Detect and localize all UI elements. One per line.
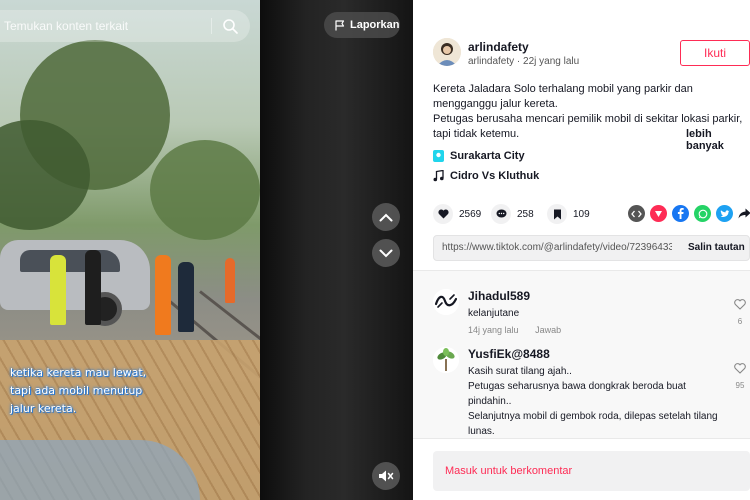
comment-like-button[interactable]: 95: [733, 361, 747, 390]
comment-time: 14j yang lalu: [468, 325, 519, 335]
pinterest-icon[interactable]: [650, 205, 667, 222]
video-caption-overlay: ketika kereta mau lewat, tapi ada mobil …: [10, 364, 160, 418]
description-line: Kereta Jaladara Solo terhalang mobil yan…: [433, 83, 693, 110]
comment-like-button[interactable]: 6: [733, 297, 747, 326]
heart-outline-icon: [734, 299, 746, 310]
comment-list[interactable]: Jihadul589 kelanjutane 14j yang lalu Jaw…: [413, 270, 750, 438]
reply-button[interactable]: Jawab: [535, 325, 561, 335]
commenter-name[interactable]: YusfiEk@8488: [468, 347, 550, 361]
user-avatar-icon: [433, 38, 461, 66]
comment-line: kelanjutane: [468, 308, 520, 319]
commenter-avatar[interactable]: [433, 289, 459, 315]
chevron-up-icon: [379, 213, 393, 221]
caption-line: jalur kereta.: [10, 402, 77, 415]
tree: [150, 140, 260, 240]
location-label: Surakarta City: [450, 150, 525, 162]
like-count: 2569: [459, 208, 482, 220]
officer-figure: [50, 255, 66, 325]
comment-like-count: 6: [737, 317, 743, 326]
search-icon[interactable]: [222, 18, 238, 34]
like-button[interactable]: 2569: [433, 204, 481, 224]
facebook-icon[interactable]: [672, 205, 689, 222]
comment-like-count: 95: [735, 381, 745, 390]
follow-button[interactable]: Ikuti: [680, 40, 750, 66]
share-arrow-icon[interactable]: [736, 205, 750, 222]
comment-line: Kasih surat tilang ajah..: [468, 366, 572, 377]
report-button[interactable]: Laporkan: [324, 12, 400, 38]
officer-figure: [155, 255, 171, 335]
comment-line: Selanjutnya mobil di gembok roda, dilepa…: [468, 411, 718, 437]
chevron-down-icon: [379, 249, 393, 257]
bookmark-icon: [547, 204, 567, 224]
copy-link-button[interactable]: Salin tautan: [688, 242, 745, 253]
user-avatar-icon: [433, 347, 459, 373]
comment-button[interactable]: 258: [491, 204, 534, 224]
author-name[interactable]: arlindafety: [468, 40, 529, 54]
avatar[interactable]: [433, 38, 461, 66]
comment-icon: [491, 204, 511, 224]
car-window: [20, 250, 120, 272]
comment-item: Jihadul589 kelanjutane 14j yang lalu Jaw…: [433, 289, 750, 349]
person-figure: [85, 250, 101, 325]
comment-count: 258: [517, 208, 534, 220]
search-divider: [211, 18, 212, 34]
comment-line: Petugas seharusnya bawa dongkrak beroda …: [468, 381, 686, 407]
flag-icon: [335, 19, 345, 30]
commenter-avatar[interactable]: [433, 347, 459, 373]
video-frame[interactable]: [0, 0, 296, 500]
search-bar[interactable]: Temukan konten terkait: [0, 10, 250, 42]
commenter-name[interactable]: Jihadul589: [468, 289, 530, 303]
more-button[interactable]: lebih banyak: [686, 128, 750, 152]
author-meta: arlindafety · 22j yang lalu: [468, 56, 580, 67]
location-pin-icon: [433, 150, 444, 162]
comment-text: Kasih surat tilang ajah.. Petugas seharu…: [468, 364, 723, 438]
location-tag[interactable]: Surakarta City: [433, 150, 525, 162]
video-details-panel: arlindafety arlindafety · 22j yang lalu …: [413, 0, 750, 500]
comment-input-area: Masuk untuk berkomentar: [413, 438, 750, 500]
mute-button[interactable]: [372, 462, 400, 490]
twitter-icon[interactable]: [716, 205, 733, 222]
comment-text: kelanjutane: [468, 306, 723, 321]
pavement-tiles: [0, 440, 200, 500]
caption-line: tapi ada mobil menutup: [10, 384, 143, 397]
video-link-url[interactable]: https://www.tiktok.com/@arlindafety/vide…: [442, 242, 672, 253]
comment-meta: 14j yang lalu Jawab: [468, 325, 575, 335]
person-figure: [225, 258, 235, 303]
music-label: Cidro Vs Kluthuk: [450, 170, 540, 182]
comment-item: YusfiEk@8488 Kasih surat tilang ajah.. P…: [433, 347, 750, 437]
user-avatar-icon: [433, 289, 459, 315]
engagement-bar: 2569 258 109: [433, 204, 750, 226]
video-pane[interactable]: Temukan konten terkait Laporkan ketika k…: [0, 0, 413, 500]
person-figure: [178, 262, 194, 332]
save-button[interactable]: 109: [547, 204, 590, 224]
search-input[interactable]: Temukan konten terkait: [4, 19, 128, 33]
login-to-comment-button[interactable]: Masuk untuk berkomentar: [433, 451, 750, 491]
music-tag[interactable]: Cidro Vs Kluthuk: [433, 170, 539, 182]
mute-icon: [379, 470, 394, 482]
previous-video-button[interactable]: [372, 203, 400, 231]
heart-icon: [433, 204, 453, 224]
heart-outline-icon: [734, 363, 746, 374]
caption-line: ketika kereta mau lewat,: [10, 366, 147, 379]
video-link-box: https://www.tiktok.com/@arlindafety/vide…: [433, 235, 750, 261]
music-note-icon: [433, 170, 444, 182]
whatsapp-icon[interactable]: [694, 205, 711, 222]
next-video-button[interactable]: [372, 239, 400, 267]
save-count: 109: [573, 208, 590, 220]
embed-icon[interactable]: [628, 205, 645, 222]
report-label: Laporkan: [350, 19, 400, 31]
